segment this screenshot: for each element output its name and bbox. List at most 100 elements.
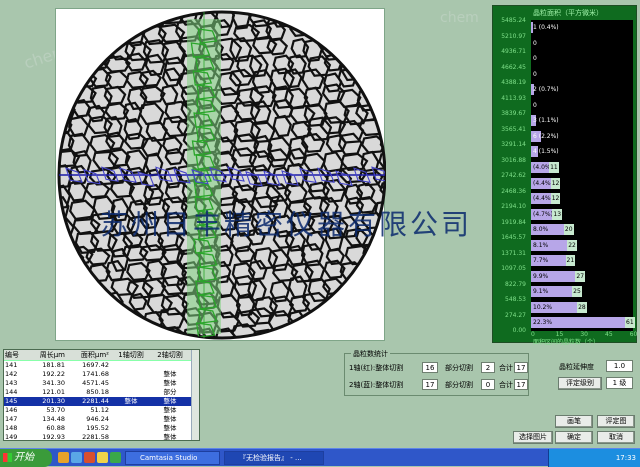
table-cell: 144 bbox=[5, 388, 18, 396]
eval-map-button[interactable]: 评定图 bbox=[597, 415, 635, 428]
taskbar: 开始 Camtasia Studio 『无检验报告』 - ... 17:33 bbox=[0, 448, 640, 467]
table-cell: 整体 bbox=[163, 397, 177, 405]
table-row[interactable]: 146 53.70 51.12 整体 bbox=[4, 406, 199, 415]
bar-data-label: 0 bbox=[533, 70, 537, 78]
axis1-label: 1轴(红):整体切割 bbox=[349, 364, 404, 372]
application-window: chem17.com chem 苏州日丰精密仪器有限公司 晶粒面积（平方微米） … bbox=[0, 0, 640, 448]
bar-count-label: 61 bbox=[625, 317, 635, 329]
confirm-button[interactable]: 确定 bbox=[555, 431, 593, 444]
bar-data-label: 7.7% bbox=[533, 257, 549, 265]
table-cell bbox=[110, 415, 152, 424]
bar-data-label: 10.2% bbox=[533, 303, 553, 311]
y-tick-label: 1645.57 bbox=[501, 234, 526, 241]
col-id: 编号 bbox=[5, 351, 19, 359]
y-tick-label: 3291.14 bbox=[501, 141, 526, 148]
system-tray: 17:33 bbox=[548, 449, 640, 467]
x-tick-label: 60 bbox=[629, 331, 638, 338]
axis1-total-label: 合计 bbox=[499, 364, 513, 372]
table-cell: 整体 bbox=[124, 397, 138, 405]
y-tick-label: 822.79 bbox=[505, 280, 526, 288]
company-watermark: 苏州日丰精密仪器有限公司 bbox=[100, 208, 473, 241]
table-cell: 147 bbox=[5, 415, 18, 423]
start-button[interactable]: 开始 bbox=[0, 449, 52, 467]
table-cell bbox=[110, 361, 152, 370]
task-camtasia[interactable]: Camtasia Studio bbox=[125, 451, 220, 465]
y-tick-label: 4662.45 bbox=[501, 63, 526, 71]
bar-data-label: 1 (0.4%) bbox=[533, 24, 559, 31]
table-cell: 134.48 bbox=[42, 415, 65, 423]
table-row[interactable]: 141 181.81 1697.42 bbox=[4, 361, 199, 370]
quicklaunch-icon-2[interactable] bbox=[71, 452, 82, 463]
axis2-label: 2轴(蓝):整体切割 bbox=[349, 381, 404, 389]
quicklaunch-icon-1[interactable] bbox=[58, 452, 69, 463]
table-cell: 142 bbox=[5, 370, 18, 378]
table-row[interactable]: 144 121.01 850.18 部分 bbox=[4, 388, 199, 397]
table-cell: 146 bbox=[5, 406, 18, 414]
bar-data-label: 0 bbox=[533, 101, 537, 109]
bar-count-label: 12 bbox=[550, 177, 561, 189]
table-cell: 192.22 bbox=[42, 370, 65, 378]
table-header: 编号 周长μm 面积μm² 1轴切割 2轴切割 bbox=[4, 350, 199, 361]
table-scrollbar[interactable] bbox=[191, 350, 199, 440]
table-row[interactable]: 147 134.48 946.24 整体 bbox=[4, 415, 199, 424]
elongation-value: 1.0 bbox=[606, 360, 633, 372]
task-report[interactable]: 『无检验报告』 - ... bbox=[224, 451, 324, 465]
draw-button[interactable]: 画笔 bbox=[555, 415, 593, 428]
bar-data-label: 0 bbox=[533, 39, 537, 47]
table-cell: 53.70 bbox=[46, 406, 65, 414]
y-tick-label: 274.27 bbox=[505, 311, 526, 319]
select-image-button[interactable]: 选择图片 bbox=[513, 431, 553, 444]
quicklaunch-icon-3[interactable] bbox=[84, 452, 95, 463]
quicklaunch-icon-5[interactable] bbox=[110, 452, 121, 463]
bar-count-label: 11 bbox=[549, 161, 559, 173]
table-row[interactable]: 145 201.30 2281.44 整体 整体 bbox=[4, 397, 199, 406]
grade-button[interactable]: 评定级别 bbox=[558, 377, 602, 390]
bar-data-label: 6 (2.2%) bbox=[533, 132, 559, 140]
bar-count-label: 28 bbox=[577, 301, 587, 313]
y-tick-label: 4936.71 bbox=[501, 48, 526, 55]
quicklaunch-icon-4[interactable] bbox=[97, 452, 108, 463]
bar-data-label: (4.4%) bbox=[533, 195, 553, 203]
cancel-button[interactable]: 取消 bbox=[597, 431, 635, 444]
table-cell: 整体 bbox=[163, 433, 177, 441]
table-cell: 149 bbox=[5, 433, 18, 441]
bar-data-label: 9.9% bbox=[533, 272, 549, 280]
table-cell: 2281.44 bbox=[82, 397, 109, 405]
bar-data-label: (4.4%) bbox=[533, 179, 553, 187]
table-cell bbox=[110, 406, 152, 415]
bar-count-label: 25 bbox=[572, 286, 582, 298]
bar-data-label: 9.1% bbox=[533, 288, 549, 296]
bar-count-label: 22 bbox=[567, 239, 577, 251]
grain-table[interactable]: 编号 周长μm 面积μm² 1轴切割 2轴切割 141 181.81 1697.42… bbox=[3, 349, 200, 441]
y-tick-label: 3016.88 bbox=[501, 156, 526, 164]
axis2-total-label: 合计 bbox=[499, 381, 513, 389]
table-cell: 2281.58 bbox=[82, 433, 109, 441]
col-area: 面积μm² bbox=[80, 351, 109, 359]
table-row[interactable]: 149 192.93 2281.58 整体 bbox=[4, 433, 199, 441]
clock: 17:33 bbox=[615, 454, 636, 462]
bar-data-label: 2 (0.7%) bbox=[533, 86, 559, 94]
table-cell: 整体 bbox=[163, 415, 177, 423]
watermark-corner-right: chem bbox=[440, 10, 479, 26]
table-cell: 整体 bbox=[163, 379, 177, 387]
y-tick-label: 5485.24 bbox=[501, 17, 526, 24]
histogram-plot: 1 (0.4%) 0 0 0 2 (0.7%) 0 3 (1.1%) 6 (2.2%)… bbox=[531, 20, 635, 331]
table-cell: 整体 bbox=[163, 370, 177, 378]
table-cell: 整体 bbox=[163, 424, 177, 432]
y-tick-label: 2742.62 bbox=[501, 172, 526, 179]
start-label: 开始 bbox=[14, 452, 34, 463]
axis1-partial-value: 2 bbox=[481, 362, 495, 373]
table-row[interactable]: 142 192.22 1741.68 整体 bbox=[4, 370, 199, 379]
bar-data-label: (4.7%) bbox=[533, 210, 553, 218]
histogram-title: 晶粒面积（平方微米） bbox=[533, 9, 603, 17]
table-row[interactable]: 148 60.88 195.52 整体 bbox=[4, 424, 199, 433]
table-row[interactable]: 143 341.30 4571.45 整体 bbox=[4, 379, 199, 388]
table-cell: 1741.68 bbox=[82, 370, 109, 378]
y-tick-label: 4388.19 bbox=[501, 79, 526, 86]
y-tick-label: 2194.10 bbox=[501, 203, 526, 210]
y-tick-label: 1919.84 bbox=[501, 218, 526, 226]
table-cell: 148 bbox=[5, 424, 18, 432]
micrograph-image[interactable] bbox=[55, 8, 387, 341]
table-cell bbox=[110, 370, 152, 379]
table-cell: 145 bbox=[5, 397, 18, 405]
